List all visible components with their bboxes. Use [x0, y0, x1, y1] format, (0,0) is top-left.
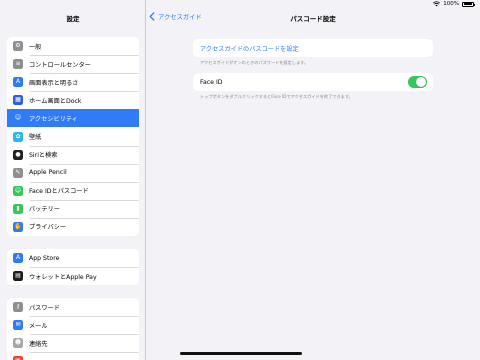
sidebar-item-label: App Store [29, 254, 60, 262]
key-icon: ⚷ [13, 302, 23, 313]
sidebar-item[interactable]: ● Siriと検索 [7, 145, 139, 164]
sidebar-item-label: 連絡先 [29, 340, 48, 348]
sidebar-item-label: メール [29, 322, 48, 330]
sidebar-item[interactable]: ☺ アクセシビリティ [7, 109, 139, 128]
sidebar-item[interactable]: ▮ バッテリー [7, 199, 139, 218]
hand-icon: ✋ [13, 221, 23, 232]
sidebar-item[interactable]: ✿ 壁紙 [7, 127, 139, 145]
contacts-icon: ☻ [13, 338, 23, 349]
faceid-toggle[interactable] [408, 76, 427, 88]
settings-group-apps: ⚷ パスワード ✉ メール ☻ 連絡先 ▣ [7, 298, 139, 360]
sidebar-item[interactable]: A App Store [7, 249, 139, 267]
sidebar-item[interactable]: ⚙ 一般 [7, 37, 139, 55]
siri-icon: ● [13, 149, 23, 160]
sidebar-item[interactable]: ⚷ パスワード [7, 298, 139, 316]
sidebar-item-label: バッテリー [29, 206, 60, 214]
sidebar-item-label: Face IDとパスコード [29, 188, 89, 196]
faceid-label: Face ID [200, 78, 223, 86]
set-passcode-link: アクセスガイドのパスコードを設定 [200, 45, 299, 53]
sidebar-title: 設定 [66, 15, 80, 23]
page-title: パスコード設定 [290, 15, 336, 23]
textsize-icon: A [13, 77, 23, 88]
battery-icon: ▮ [13, 203, 23, 214]
set-passcode-cell[interactable]: アクセスガイドのパスコードを設定 [193, 39, 433, 57]
sidebar-item[interactable]: A 画面表示と明るさ [7, 73, 139, 91]
sidebar-item-label: パスワード [29, 304, 60, 312]
appstore-icon: A [13, 253, 23, 264]
sidebar-item-label: コントロールセンター [29, 61, 91, 69]
sidebar-item[interactable]: ▣ [7, 352, 139, 360]
faceid-icon: ☺ [13, 185, 23, 196]
sidebar-item-label: Apple Pencil [29, 169, 67, 177]
faceid-cell: Face ID [193, 73, 433, 91]
sidebar: 設定 ⚙ 一般 ≡ コントロールセンター A 画面表示と明るさ ▦ ホーム画面とDock ☺ アク… [0, 0, 146, 360]
wallpaper-icon: ✿ [13, 131, 23, 142]
calendar-icon: ▣ [13, 356, 23, 360]
sidebar-item[interactable]: ▦ ホーム画面とDock [7, 91, 139, 109]
sidebar-item[interactable]: ☺ Face IDとパスコード [7, 181, 139, 200]
sidebar-item-label: アクセシビリティ [29, 115, 78, 123]
faceid-footnote: トップボタンをダブルクリックするとFace IDでアクセスガイドを終了できます。 [200, 94, 353, 99]
sidebar-item[interactable]: ✉ メール [7, 316, 139, 334]
sidebar-item-label: ホーム画面とDock [29, 97, 82, 105]
accessibility-icon: ☺ [13, 113, 23, 124]
pencil-icon: ✎ [13, 167, 23, 178]
home-indicator[interactable] [180, 352, 302, 355]
gear-icon: ⚙ [13, 41, 23, 52]
sidebar-item[interactable]: ≡ コントロールセンター [7, 55, 139, 73]
sidebar-item-label: 一般 [29, 43, 42, 51]
sidebar-item[interactable]: ☻ 連絡先 [7, 334, 139, 352]
sidebar-item-label: 壁紙 [29, 134, 42, 142]
passcode-footnote: アクセスガイドがオンのときのパスワードを設定します。 [200, 60, 309, 65]
switches-icon: ≡ [13, 59, 23, 70]
wallet-icon: ▤ [13, 271, 23, 282]
settings-group-system: ⚙ 一般 ≡ コントロールセンター A 画面表示と明るさ ▦ ホーム画面とDock ☺ アクセシビ… [7, 37, 139, 237]
sidebar-item-label: ウォレットとApple Pay [29, 273, 97, 281]
sidebar-item-label: 画面表示と明るさ [29, 79, 79, 87]
grid-icon: ▦ [13, 95, 23, 106]
sidebar-item[interactable]: ✎ Apple Pencil [7, 163, 139, 182]
detail-pane: アクセスガイド パスコード設定 アクセスガイドのパスコードを設定 アクセスガイド… [146, 0, 480, 360]
sidebar-item[interactable]: ✋ プライバシー [7, 217, 139, 236]
sidebar-item-label: プライバシー [29, 224, 67, 232]
settings-group-store: A App Store ▤ ウォレットとApple Pay [7, 249, 139, 286]
mail-icon: ✉ [13, 320, 23, 331]
sidebar-item[interactable]: ▤ ウォレットとApple Pay [7, 267, 139, 285]
sidebar-item-label: Siriと検索 [29, 152, 58, 160]
